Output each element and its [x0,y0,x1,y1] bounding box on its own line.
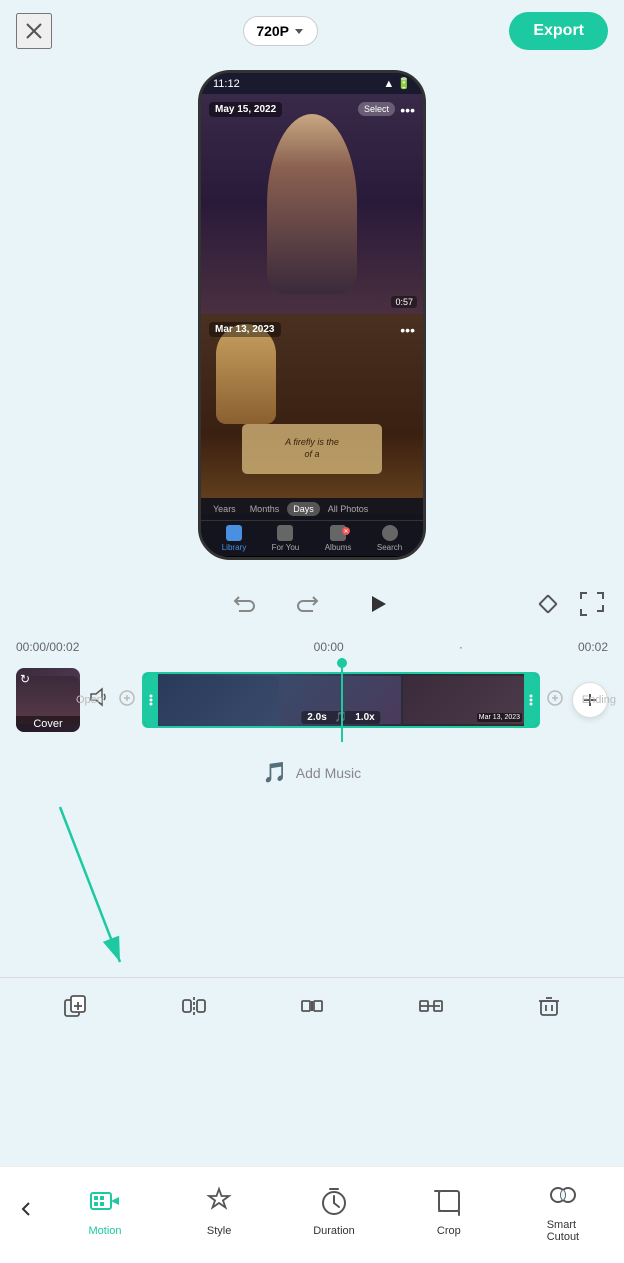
duplicate-icon [59,990,91,1022]
style-label: Style [207,1225,231,1237]
style-icon [199,1181,239,1221]
keyframe-button[interactable] [532,588,564,620]
cover-label: Cover [16,716,80,732]
track-area: Open Ending Mar 13, 2023 [118,668,564,732]
playhead [341,658,343,742]
nav-library[interactable]: Library [222,525,246,552]
motion-icon [85,1181,125,1221]
video-section-2: A firefly is theof a Mar 13, 2023 ••• [201,314,423,514]
video2-more[interactable]: ••• [400,322,415,338]
add-music-row[interactable]: 🎵 Add Music [0,748,624,797]
bottom-toolbar: Motion Style Duration [0,1166,624,1263]
video1-more[interactable]: ••• [400,102,415,118]
fullscreen-button[interactable] [576,588,608,620]
end-timecode: 00:02 [578,640,608,654]
time-labels: 00:00 / 00:02 00:00 · 00:02 [16,640,608,654]
crop-icon [429,1181,469,1221]
top-bar: 720P Export [0,0,624,62]
mid-timecode: 00:00 [314,640,344,654]
nav-search[interactable]: Search [377,525,402,552]
undo-button[interactable] [228,588,260,620]
speed-button[interactable] [296,990,328,1022]
duration-label: Duration [313,1225,355,1237]
status-time: 11:12 [213,78,240,90]
video2-date: Mar 13, 2023 [209,322,281,337]
split-button[interactable] [178,990,210,1022]
tab-filter-row: Years Months Days All Photos [201,498,423,520]
puppet-figure [216,324,276,424]
motion-tool[interactable]: Motion [85,1181,125,1237]
add-music-icon: 🎵 [263,760,288,785]
redo-button[interactable] [292,588,324,620]
play-button[interactable] [356,584,396,624]
style-tool[interactable]: Style [199,1181,239,1237]
trim-icon [414,990,446,1022]
crop-tool[interactable]: Crop [429,1181,469,1237]
resolution-label: 720P [256,23,289,39]
playback-controls [0,576,624,632]
add-music-label: Add Music [296,765,361,781]
nav-albums[interactable]: ✕ Albums [325,525,352,552]
phone-tabs: Years Months Days All Photos Library For… [201,498,423,556]
secondary-toolbar [0,977,624,1034]
trim-button[interactable] [414,990,446,1022]
video1-select[interactable]: Select [358,102,395,116]
split-icon [178,990,210,1022]
back-button[interactable] [4,1187,48,1231]
motion-label: Motion [89,1225,122,1237]
add-left-button[interactable] [118,689,136,712]
clip-speed: 1.0x [355,712,374,723]
tab-months[interactable]: Months [244,502,286,516]
video-section-1: May 15, 2022 Select ••• 0:57 [201,94,423,314]
smartcutout-tool[interactable]: SmartCutout [543,1175,583,1243]
delete-button[interactable] [533,990,565,1022]
tab-days[interactable]: Days [287,502,320,516]
nav-foryou[interactable]: For You [272,525,300,552]
crop-label: Crop [437,1225,461,1237]
teal-arrow-svg [0,797,200,977]
phone-status-bar: 11:12 ▲ 🔋 [201,73,423,94]
duplicate-button[interactable] [59,990,91,1022]
close-button[interactable] [16,13,52,49]
open-label: Open [76,694,103,706]
bottom-tools: Motion Style Duration [48,1175,620,1243]
phone-preview: 11:12 ▲ 🔋 May 15, 2022 Select ••• 0:57 A… [0,70,624,560]
smartcutout-icon [543,1175,583,1215]
speed-icon [296,990,328,1022]
cover-thumbnail[interactable]: ↻ Cover [16,668,80,732]
phone-nav-row: Library For You ✕ Albums Search [201,520,423,556]
current-time: 00:00 [16,640,46,654]
delete-icon [533,990,565,1022]
add-right-button[interactable] [546,689,564,712]
tab-years[interactable]: Years [207,502,242,516]
scroll-text: A firefly is theof a [285,437,339,460]
tab-allphotos[interactable]: All Photos [322,502,375,516]
video1-duration: 0:57 [391,296,417,308]
ending-label: Ending [582,694,616,706]
export-button[interactable]: Export [509,12,608,50]
timeline-track: ↻ Cover Open Ending [16,660,608,740]
puppet-scroll: A firefly is theof a [242,424,382,474]
smartcutout-label: SmartCutout [547,1219,579,1243]
status-icons: ▲ 🔋 [383,77,411,90]
phone-content: May 15, 2022 Select ••• 0:57 A firefly i… [201,94,423,556]
total-time: 00:02 [49,640,79,654]
cover-refresh-icon: ↻ [20,672,30,686]
arrow-area [0,797,624,977]
clip-handle-right[interactable] [524,674,538,726]
clip-duration: 2.0s [307,712,326,723]
clip-handle-left[interactable] [144,674,158,726]
video1-date: May 15, 2022 [209,102,282,117]
duration-icon [314,1181,354,1221]
timeline-section: 00:00 / 00:02 00:00 · 00:02 ↻ Cover Open… [0,632,624,748]
person-silhouette [267,114,357,294]
puppet-scene: A firefly is theof a [201,314,423,514]
phone-frame: 11:12 ▲ 🔋 May 15, 2022 Select ••• 0:57 A… [198,70,426,560]
duration-tool[interactable]: Duration [313,1181,355,1237]
video-person-bg [201,94,423,314]
resolution-button[interactable]: 720P [243,16,318,46]
